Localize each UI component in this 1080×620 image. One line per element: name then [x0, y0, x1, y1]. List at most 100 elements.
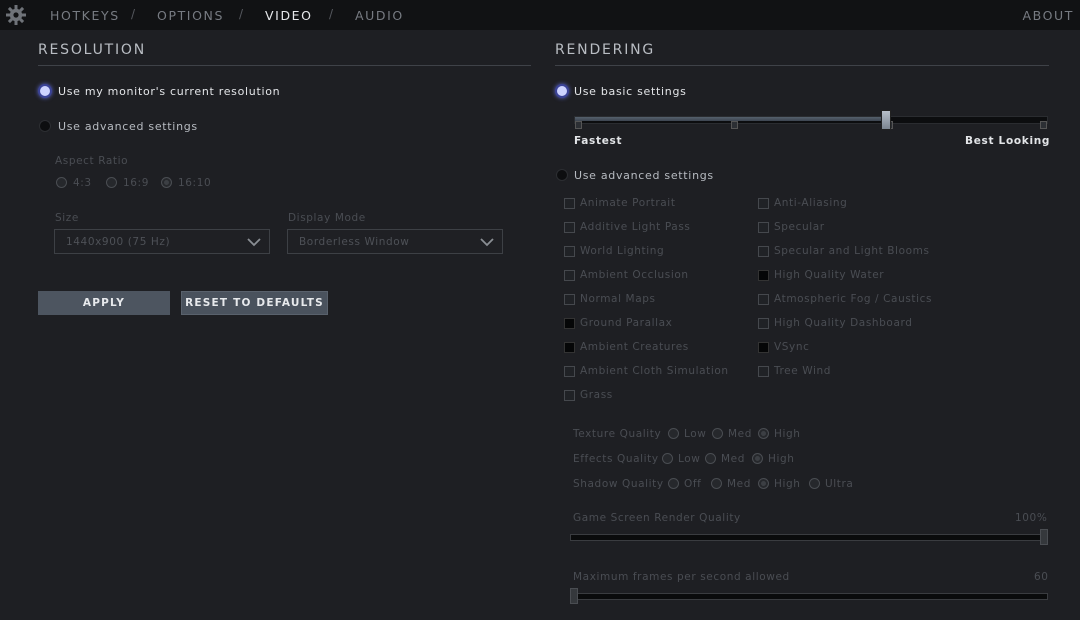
render-quality-thumb[interactable]: [1040, 529, 1048, 545]
max-fps-label: Maximum frames per second allowed: [573, 571, 790, 583]
slider-tick: [731, 121, 738, 129]
option-checkbox[interactable]: [758, 198, 769, 209]
texture-quality-label: Texture Quality: [573, 428, 662, 440]
option-checkbox[interactable]: [758, 246, 769, 257]
option-checkbox[interactable]: [564, 366, 575, 377]
quality-slider-fill: [575, 117, 885, 121]
display-mode-dropdown[interactable]: Borderless Window: [287, 229, 503, 254]
option-label: Ambient Cloth Simulation: [580, 365, 729, 377]
render-quality-label: Game Screen Render Quality: [573, 512, 741, 524]
shadow-med-radio[interactable]: [711, 478, 722, 489]
option-checkbox[interactable]: [564, 342, 575, 353]
about-link[interactable]: ABOUT: [1022, 8, 1074, 23]
rendering-title: RENDERING: [555, 42, 656, 58]
effects-high-radio[interactable]: [752, 453, 763, 464]
effects-low-radio[interactable]: [662, 453, 673, 464]
option-label: World Lighting: [580, 245, 665, 257]
render-quality-slider[interactable]: [570, 534, 1048, 541]
aspect-ratio-label: Aspect Ratio: [55, 155, 129, 167]
tab-hotkeys[interactable]: HOTKEYS: [50, 8, 120, 23]
resolution-divider: [38, 65, 531, 66]
effects-low-label: Low: [678, 453, 701, 465]
nav-separator: /: [131, 7, 136, 21]
option-checkbox[interactable]: [758, 270, 769, 281]
aspect-16-10-label: 16:10: [178, 177, 212, 189]
advanced-rendering-label[interactable]: Use advanced settings: [574, 169, 714, 182]
texture-med-radio[interactable]: [712, 428, 723, 439]
effects-quality-label: Effects Quality: [573, 453, 659, 465]
nav-separator: /: [329, 7, 334, 21]
tab-video[interactable]: VIDEO: [265, 8, 313, 23]
shadow-ultra-radio[interactable]: [809, 478, 820, 489]
advanced-resolution-radio[interactable]: [39, 120, 51, 132]
size-label: Size: [55, 212, 79, 224]
slider-tick: [1040, 121, 1047, 129]
texture-high-radio[interactable]: [758, 428, 769, 439]
gear-icon[interactable]: [5, 4, 27, 26]
shadow-off-label: Off: [684, 478, 702, 490]
reset-defaults-button[interactable]: RESET TO DEFAULTS: [181, 291, 328, 315]
option-checkbox[interactable]: [564, 198, 575, 209]
option-label: Anti-Aliasing: [774, 197, 848, 209]
option-checkbox[interactable]: [564, 390, 575, 401]
current-resolution-radio[interactable]: [38, 84, 52, 98]
aspect-4-3-radio[interactable]: [56, 177, 67, 188]
tab-audio[interactable]: AUDIO: [355, 8, 404, 23]
size-value: 1440x900 (75 Hz): [66, 236, 171, 248]
rendering-divider: [555, 65, 1049, 66]
aspect-16-9-radio[interactable]: [106, 177, 117, 188]
effects-med-radio[interactable]: [705, 453, 716, 464]
shadow-off-radio[interactable]: [668, 478, 679, 489]
current-resolution-label[interactable]: Use my monitor's current resolution: [58, 85, 280, 98]
aspect-16-10-radio[interactable]: [161, 177, 172, 188]
option-label: Specular: [774, 221, 825, 233]
max-fps-value: 60: [1034, 571, 1049, 583]
tab-options[interactable]: OPTIONS: [157, 8, 224, 23]
option-checkbox[interactable]: [758, 366, 769, 377]
option-label: VSync: [774, 341, 810, 353]
option-label: Animate Portrait: [580, 197, 676, 209]
chevron-down-icon: [480, 238, 494, 247]
size-dropdown[interactable]: 1440x900 (75 Hz): [54, 229, 270, 254]
slider-tick: [575, 121, 582, 129]
option-checkbox[interactable]: [564, 318, 575, 329]
texture-low-label: Low: [684, 428, 707, 440]
option-checkbox[interactable]: [564, 270, 575, 281]
max-fps-thumb[interactable]: [570, 588, 578, 604]
option-checkbox[interactable]: [758, 342, 769, 353]
display-mode-label: Display Mode: [288, 212, 366, 224]
shadow-high-label: High: [774, 478, 801, 490]
aspect-16-9-label: 16:9: [123, 177, 149, 189]
option-label: Ground Parallax: [580, 317, 673, 329]
display-mode-value: Borderless Window: [299, 236, 410, 248]
slider-max-label: Best Looking: [965, 135, 1051, 147]
option-label: Normal Maps: [580, 293, 656, 305]
effects-high-label: High: [768, 453, 795, 465]
apply-button[interactable]: APPLY: [38, 291, 170, 315]
option-checkbox[interactable]: [564, 222, 575, 233]
option-checkbox[interactable]: [564, 294, 575, 305]
advanced-rendering-radio[interactable]: [556, 169, 568, 181]
basic-settings-label[interactable]: Use basic settings: [574, 85, 687, 98]
chevron-down-icon: [247, 238, 261, 247]
advanced-resolution-label[interactable]: Use advanced settings: [58, 120, 198, 133]
shadow-ultra-label: Ultra: [825, 478, 854, 490]
effects-med-label: Med: [721, 453, 745, 465]
option-checkbox[interactable]: [758, 294, 769, 305]
texture-low-radio[interactable]: [668, 428, 679, 439]
option-checkbox[interactable]: [758, 318, 769, 329]
option-checkbox[interactable]: [564, 246, 575, 257]
slider-min-label: Fastest: [574, 135, 623, 147]
quality-slider-thumb[interactable]: [881, 110, 891, 130]
nav-separator: /: [239, 7, 244, 21]
aspect-4-3-label: 4:3: [73, 177, 92, 189]
texture-high-label: High: [774, 428, 801, 440]
texture-med-label: Med: [728, 428, 752, 440]
basic-settings-radio[interactable]: [555, 84, 569, 98]
shadow-high-radio[interactable]: [758, 478, 769, 489]
option-label: Tree Wind: [774, 365, 832, 377]
option-label: Additive Light Pass: [580, 221, 691, 233]
max-fps-slider[interactable]: [570, 593, 1048, 600]
option-label: Ambient Occlusion: [580, 269, 689, 281]
option-checkbox[interactable]: [758, 222, 769, 233]
